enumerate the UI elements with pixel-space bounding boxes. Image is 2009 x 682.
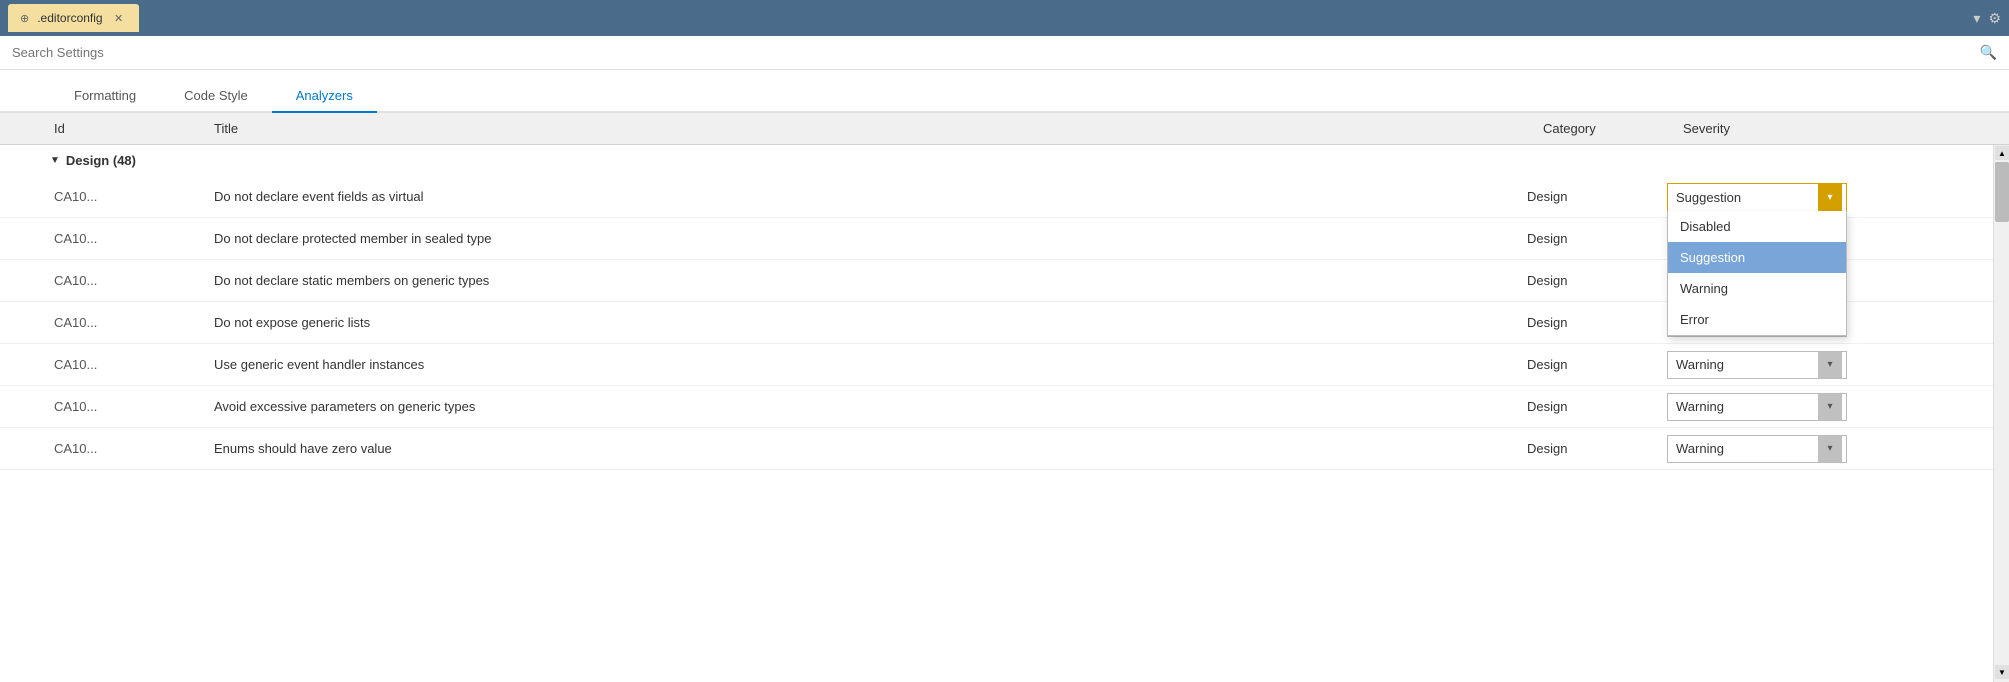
nav-tabs: Formatting Code Style Analyzers xyxy=(0,70,2009,113)
dropdown-item-warning[interactable]: Warning xyxy=(1668,273,1846,304)
tab-label: .editorconfig xyxy=(37,11,102,25)
group-header-design[interactable]: ▼ Design (48) xyxy=(0,145,1993,176)
row-id: CA10... xyxy=(50,437,210,460)
dropdown-value: Suggestion xyxy=(1676,190,1741,205)
table-row: CA10... Avoid excessive parameters on ge… xyxy=(0,386,1993,428)
row-category: Design xyxy=(1523,311,1663,334)
dropdown-arrow-icon: ▾ xyxy=(1818,352,1842,378)
row-title: Do not declare event fields as virtual xyxy=(210,185,1523,208)
search-bar: 🔍 xyxy=(0,36,2009,70)
row-category: Design xyxy=(1523,185,1663,208)
table-row: CA10... Do not declare event fields as v… xyxy=(0,176,1993,218)
dropdown-list: Disabled Suggestion Warning Error xyxy=(1667,211,1847,336)
table-wrapper: ▼ Design (48) CA10... Do not declare eve… xyxy=(0,145,2009,682)
tab-formatting[interactable]: Formatting xyxy=(50,80,160,113)
row-severity-cell: Warning ▾ xyxy=(1663,431,1903,467)
row-severity-cell: Warning ▾ xyxy=(1663,389,1903,425)
main-content: Formatting Code Style Analyzers Id Title… xyxy=(0,70,2009,682)
dropdown-button[interactable]: Warning ▾ xyxy=(1667,393,1847,421)
row-title: Do not expose generic lists xyxy=(210,311,1523,334)
dropdown-value: Warning xyxy=(1676,399,1724,414)
table-row: CA10... Enums should have zero value Des… xyxy=(0,428,1993,470)
row-title: Do not declare protected member in seale… xyxy=(210,227,1523,250)
row-title: Do not declare static members on generic… xyxy=(210,269,1523,292)
col-header-spacer xyxy=(1919,119,1959,138)
row-id: CA10... xyxy=(50,269,210,292)
dropdown-arrow-icon: ▾ xyxy=(1818,394,1842,420)
editor-tab[interactable]: ⊕ .editorconfig ✕ xyxy=(8,4,139,32)
severity-dropdown[interactable]: Warning ▾ xyxy=(1667,393,1847,421)
severity-dropdown[interactable]: Warning ▾ xyxy=(1667,435,1847,463)
row-id: CA10... xyxy=(50,185,210,208)
row-severity-cell: Warning ▾ xyxy=(1663,347,1903,383)
content-area: ▼ Design (48) CA10... Do not declare eve… xyxy=(0,145,1993,682)
dropdown-value: Warning xyxy=(1676,357,1724,372)
col-header-severity: Severity xyxy=(1679,119,1919,138)
table-body: ▼ Design (48) CA10... Do not declare eve… xyxy=(0,145,1993,682)
dropdown-arrow-icon: ▾ xyxy=(1818,184,1842,211)
row-title: Use generic event handler instances xyxy=(210,353,1523,376)
severity-dropdown[interactable]: Suggestion ▾ Disabled Suggestion xyxy=(1667,183,1847,211)
dropdown-item-disabled[interactable]: Disabled xyxy=(1668,211,1846,242)
row-title: Avoid excessive parameters on generic ty… xyxy=(210,395,1523,418)
col-header-category: Category xyxy=(1539,119,1679,138)
row-category: Design xyxy=(1523,395,1663,418)
tab-analyzers[interactable]: Analyzers xyxy=(272,80,377,113)
dropdown-arrow-icon: ▾ xyxy=(1818,436,1842,462)
row-severity-cell: Suggestion ▾ Disabled Suggestion xyxy=(1663,179,1903,215)
row-category: Design xyxy=(1523,269,1663,292)
scrollbar-down-button[interactable]: ▼ xyxy=(1995,665,2009,679)
row-category: Design xyxy=(1523,437,1663,460)
row-category: Design xyxy=(1523,353,1663,376)
row-id: CA10... xyxy=(50,227,210,250)
group-label: Design (48) xyxy=(66,153,136,168)
group-collapse-icon: ▼ xyxy=(50,155,60,166)
dropdown-button[interactable]: Warning ▾ xyxy=(1667,435,1847,463)
scrollbar-thumb[interactable] xyxy=(1995,162,2009,222)
search-icon: 🔍 xyxy=(1980,44,1997,61)
table-row: CA10... Use generic event handler instan… xyxy=(0,344,1993,386)
row-category: Design xyxy=(1523,227,1663,250)
dropdown-value: Warning xyxy=(1676,441,1724,456)
col-header-title: Title xyxy=(210,119,1539,138)
title-bar-controls: ▾ ⚙ xyxy=(1973,10,2001,27)
tab-pin-icon: ⊕ xyxy=(20,12,29,25)
title-bar: ⊕ .editorconfig ✕ ▾ ⚙ xyxy=(0,0,2009,36)
dropdown-item-error[interactable]: Error xyxy=(1668,304,1846,335)
tab-codestyle[interactable]: Code Style xyxy=(160,80,272,113)
col-header-id: Id xyxy=(50,119,210,138)
row-id: CA10... xyxy=(50,395,210,418)
search-input[interactable] xyxy=(12,45,1997,60)
settings-icon[interactable]: ⚙ xyxy=(1988,10,2001,27)
severity-dropdown[interactable]: Warning ▾ xyxy=(1667,351,1847,379)
row-id: CA10... xyxy=(50,311,210,334)
row-title: Enums should have zero value xyxy=(210,437,1523,460)
dropdown-arrow-icon[interactable]: ▾ xyxy=(1973,10,1980,27)
dropdown-button[interactable]: Warning ▾ xyxy=(1667,351,1847,379)
dropdown-button[interactable]: Suggestion ▾ xyxy=(1667,183,1847,211)
scrollbar-up-button[interactable]: ▲ xyxy=(1995,146,2009,160)
dropdown-item-suggestion[interactable]: Suggestion xyxy=(1668,242,1846,273)
scrollbar[interactable]: ▲ ▼ xyxy=(1993,145,2009,682)
table-header: Id Title Category Severity xyxy=(0,113,2009,145)
tab-close-button[interactable]: ✕ xyxy=(111,10,127,26)
row-id: CA10... xyxy=(50,353,210,376)
